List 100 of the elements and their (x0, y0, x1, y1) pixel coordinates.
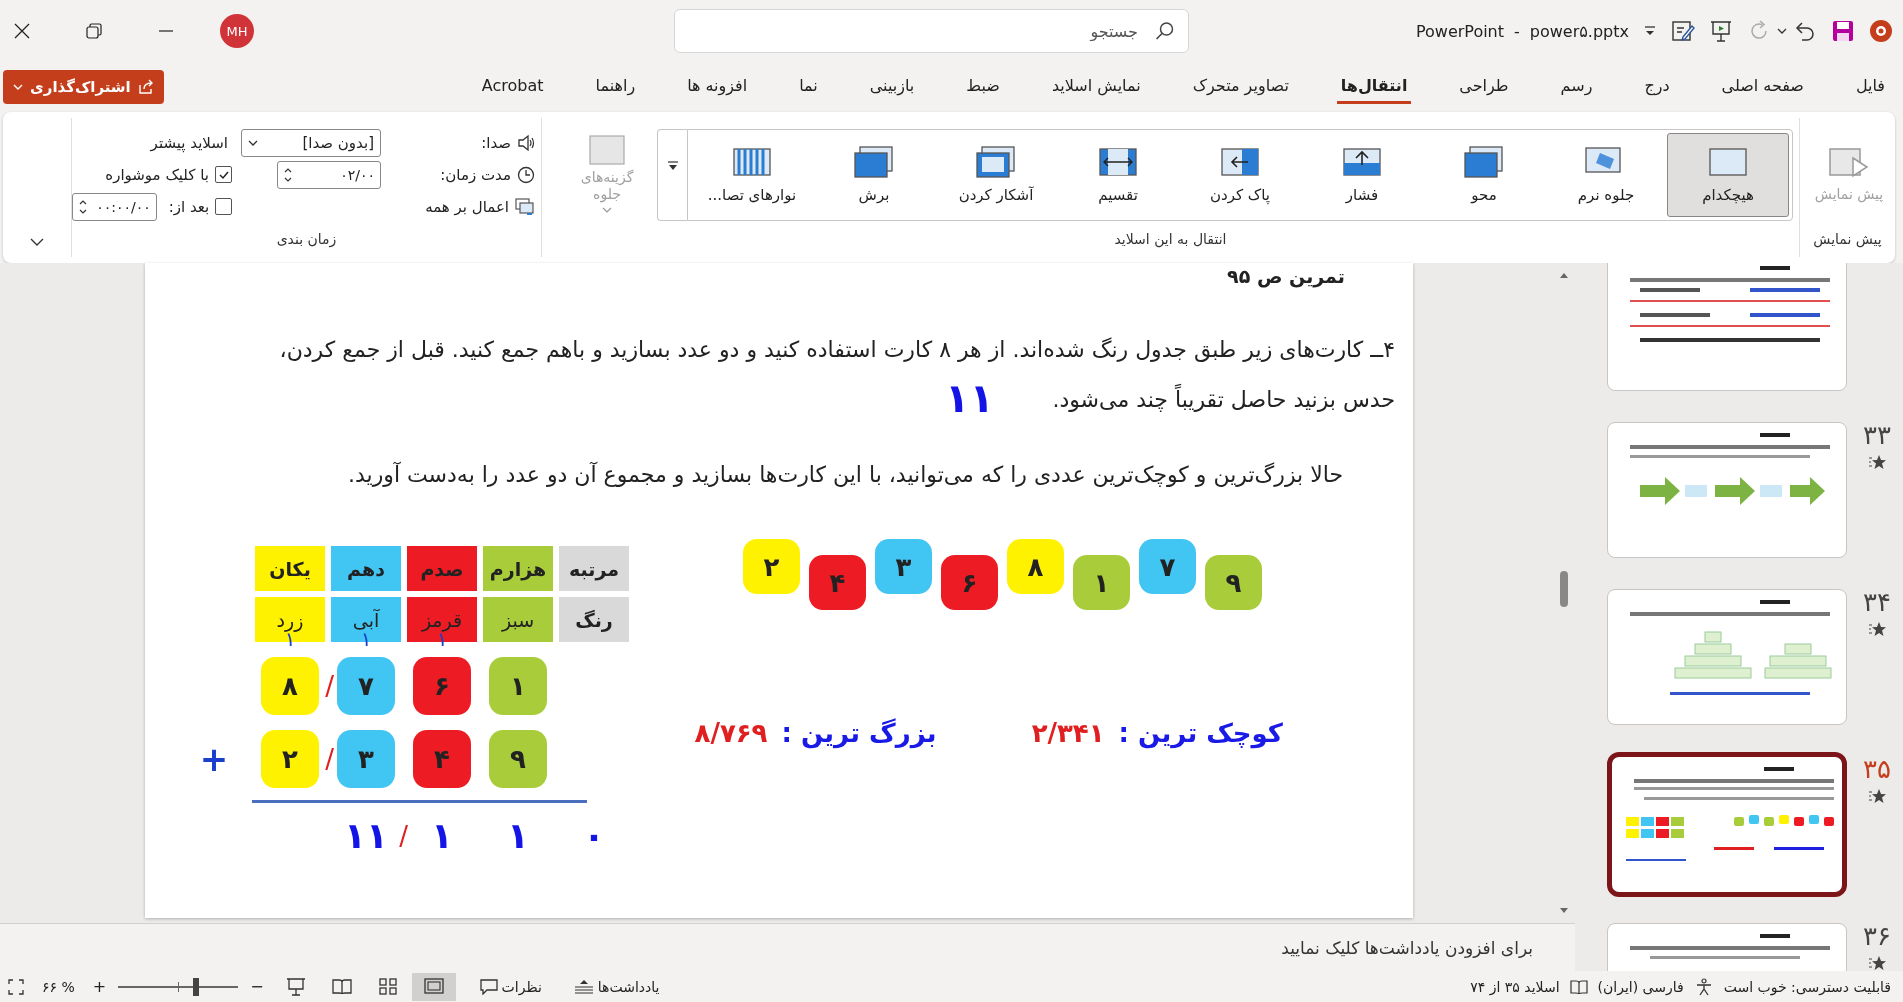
transition-option[interactable]: جلوه نرم (1545, 132, 1667, 217)
number-card: ۹ (1205, 555, 1262, 610)
speaker-icon (517, 133, 535, 152)
transition-icon (1218, 145, 1262, 179)
checkbox-label: با کلیک موشواره (105, 165, 209, 184)
after-time-field[interactable]: ۰۰:۰۰/۰۰ (72, 192, 157, 221)
zoom-out-button[interactable]: − (250, 977, 264, 996)
app-name: PowerPoint (1415, 21, 1505, 41)
accessibility-status[interactable]: قابلیت دسترسی: خوب است (1723, 978, 1891, 995)
transition-option[interactable]: محو (1423, 132, 1545, 217)
save-icon[interactable] (1831, 19, 1855, 43)
ribbon-tab[interactable]: نمایش اسلاید (1047, 70, 1145, 104)
ribbon-tab[interactable]: درج (1640, 70, 1674, 104)
edit-icon[interactable] (1671, 19, 1695, 43)
restore-icon[interactable] (86, 23, 102, 39)
slide-thumbnail[interactable] (1607, 752, 1847, 897)
transition-option[interactable]: فشار (1301, 132, 1423, 217)
transition-option[interactable]: برش (813, 132, 935, 217)
estimate-answer: ۱۱ (945, 375, 994, 421)
sound-dropdown[interactable]: [بدون صدا] (241, 128, 381, 157)
title-separator: - (1514, 21, 1520, 41)
customize-caret-icon[interactable] (1643, 24, 1657, 38)
number-card: ۳ (875, 539, 932, 594)
app-logo-icon[interactable] (1869, 19, 1893, 43)
fit-to-window-icon[interactable] (8, 978, 24, 995)
scroll-down-icon (1559, 907, 1569, 915)
notes-button[interactable]: یادداشت‌ها (573, 978, 660, 995)
ribbon-tab[interactable]: صفحه اصلی (1717, 70, 1808, 104)
slide-number: ۳۴ (1863, 589, 1891, 615)
ribbon-tab[interactable]: طراحی (1455, 70, 1513, 104)
caret-icon[interactable] (1777, 26, 1787, 36)
group-label: پیش نمایش (1812, 231, 1883, 250)
number-card: ۴ (413, 729, 471, 788)
exercise-text: ۴ــ کارت‌های زیر طبق جدول رنگ شده‌اند. از هر ۸ کارت استفاده کنید و دو عدد بسازید و باهم جمع کنید. قبل از جمع کردن، (279, 336, 1395, 365)
result-digit: ۱ (507, 814, 529, 856)
slide-title: تمرین ص ۹۵ (1227, 265, 1345, 287)
transition-option[interactable]: پاک کردن (1179, 132, 1301, 217)
ribbon-tab[interactable]: افزونه ها (683, 70, 752, 104)
table-cell: صدم (407, 546, 477, 591)
checkbox[interactable] (215, 198, 232, 215)
undo-icon[interactable] (1793, 19, 1817, 43)
slide-number: ۳۵ (1863, 756, 1891, 782)
number-card: ۱ (489, 656, 547, 715)
effect-options-icon (589, 134, 625, 165)
ribbon-tab[interactable]: راهنما (591, 70, 640, 104)
result-digit: ۱ (431, 814, 453, 856)
comments-button[interactable]: نظرات (479, 978, 542, 995)
transition-icon (730, 145, 774, 179)
star-icon (1867, 955, 1886, 971)
table-cell: دهم (331, 546, 401, 591)
ribbon-tab[interactable]: بازبینی (865, 70, 919, 104)
table-cell: مرتبه (559, 546, 629, 591)
share-button[interactable]: اشتراک‌گذاری (3, 70, 164, 104)
book-view-icon (331, 977, 352, 996)
number-card: ۹ (489, 729, 547, 788)
notes-icon (573, 978, 594, 995)
apply-all-icon (515, 197, 535, 216)
view-button[interactable] (411, 972, 456, 1001)
checkbox-label: بعد از: (168, 197, 210, 216)
presentation-icon[interactable] (1709, 19, 1733, 43)
plus-sign: + (199, 738, 229, 779)
transition-option[interactable]: آشکار کردن (935, 132, 1057, 217)
zoom-in-button[interactable]: + (92, 977, 107, 996)
zoom-level[interactable]: ۶۶ % (42, 978, 75, 995)
checkbox[interactable] (215, 166, 232, 183)
ribbon-tab[interactable]: نما (795, 70, 822, 104)
number-card: ۴ (809, 555, 866, 610)
grid-view-icon (377, 977, 398, 996)
user-avatar[interactable]: MH (220, 14, 254, 48)
slider-thumb[interactable] (193, 977, 200, 996)
ribbon-tab[interactable]: فایل (1851, 70, 1889, 104)
star-icon (1867, 788, 1886, 804)
number-card: ۲ (261, 729, 319, 788)
number-card: ۳ (337, 729, 395, 788)
number-card: ۶ (413, 656, 471, 715)
table-cell: یکان (255, 546, 325, 591)
ribbon-tab[interactable]: رسم (1556, 70, 1597, 104)
collapse-ribbon-icon[interactable] (30, 237, 44, 247)
star-icon (1867, 454, 1886, 470)
ribbon-tab[interactable]: Acrobat (477, 70, 548, 104)
apply-to-all-button[interactable]: اعمال بر همه (425, 197, 509, 216)
transition-option[interactable]: نوارهای تصا... (691, 132, 813, 217)
answer-value: ۸/۷۶۹ (694, 718, 768, 748)
duration-field[interactable]: ۰۲/۰۰ (277, 160, 381, 189)
group-label: انتقال به این اسلاید (1113, 231, 1228, 250)
share-icon (137, 79, 154, 95)
book-icon[interactable] (1569, 978, 1588, 995)
ribbon-tab[interactable]: تصاویر متحرک (1188, 70, 1293, 104)
language-indicator[interactable]: فارسی (ایران) (1597, 978, 1684, 995)
slide-number: ۳۳ (1863, 422, 1891, 448)
close-icon[interactable] (14, 23, 30, 39)
ribbon-tab[interactable]: ضبط (962, 70, 1004, 104)
transition-option[interactable]: هیچکدام (1667, 132, 1789, 217)
scroll-thumb[interactable] (1560, 571, 1568, 607)
ribbon-tab[interactable]: انتقال‌ها (1336, 70, 1412, 104)
transition-option[interactable]: تقسیم (1057, 132, 1179, 217)
slide-counter: اسلاید ۳۵ از ۷۴ (1470, 978, 1560, 995)
search-field[interactable]: جستجو (674, 9, 1189, 53)
transition-icon (974, 145, 1018, 179)
transition-icon (1096, 145, 1140, 179)
